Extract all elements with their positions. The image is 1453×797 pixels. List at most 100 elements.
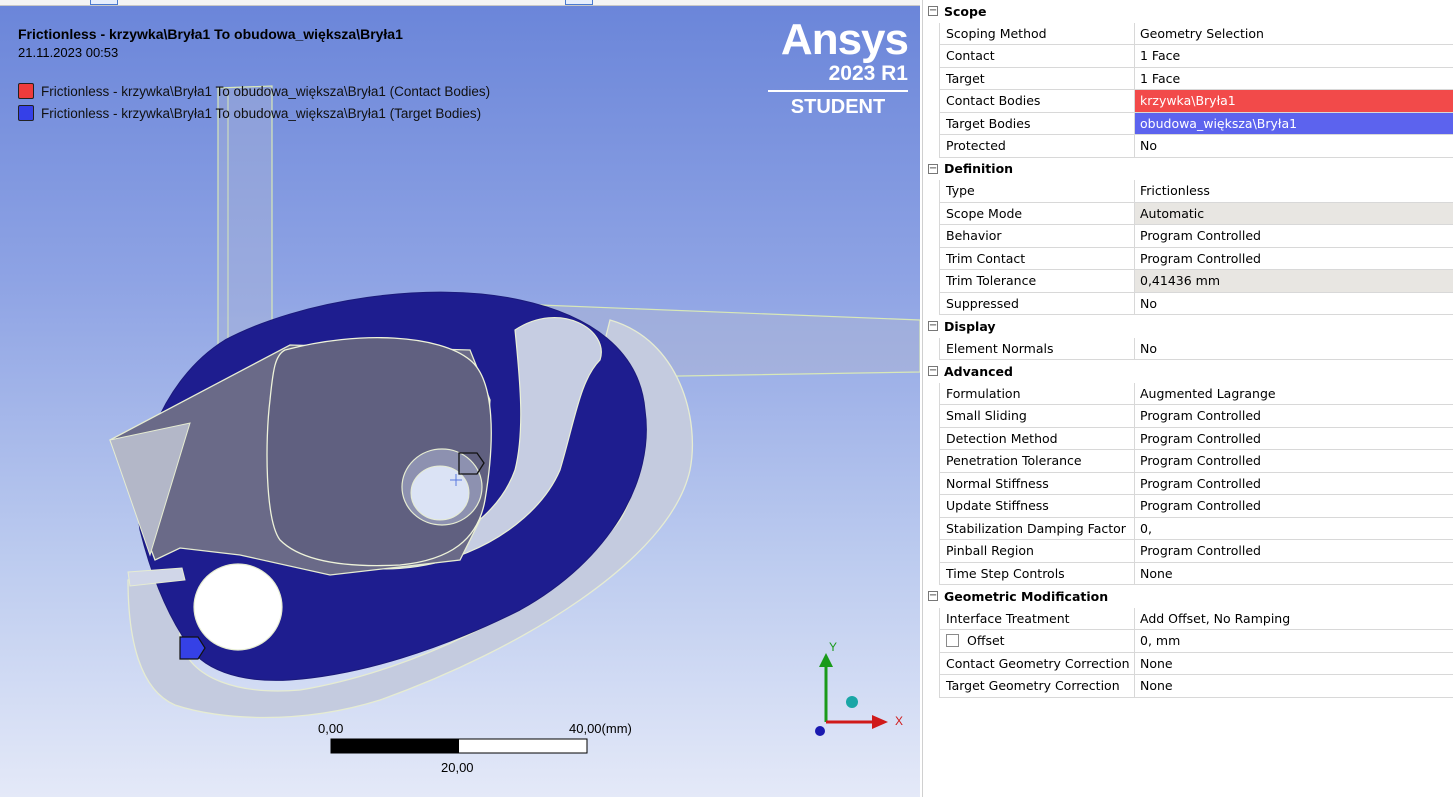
parameter-checkbox[interactable] xyxy=(946,634,959,648)
property-row[interactable]: Trim Contact Program Controlled xyxy=(939,247,1453,270)
property-name: Trim Tolerance xyxy=(939,270,1135,292)
property-row[interactable]: Element Normals No xyxy=(939,337,1453,360)
property-value[interactable]: 0,41436 mm xyxy=(1135,270,1453,292)
group-scope[interactable]: − Scope xyxy=(923,0,1453,23)
collapse-icon[interactable]: − xyxy=(928,321,938,332)
property-name-text: Protected xyxy=(946,138,1006,154)
legend-label: Frictionless - krzywka\Bryła1 To obudowa… xyxy=(41,83,491,99)
scale-bar xyxy=(330,738,588,754)
property-value[interactable]: 0, mm xyxy=(1135,630,1453,652)
property-name: Suppressed xyxy=(939,292,1135,314)
property-row[interactable]: Protected No xyxy=(939,135,1453,158)
axis-x-label: X xyxy=(895,714,903,728)
property-row[interactable]: Interface Treatment Add Offset, No Rampin… xyxy=(939,607,1453,630)
property-row[interactable]: Offset 0, mm xyxy=(939,630,1453,653)
property-value[interactable]: None xyxy=(1135,675,1453,697)
property-name: Protected xyxy=(939,135,1135,157)
property-name-text: Interface Treatment xyxy=(946,610,1070,626)
property-row[interactable]: Target 1 Face xyxy=(939,67,1453,90)
property-row[interactable]: Penetration Tolerance Program Controlled xyxy=(939,450,1453,473)
scale-unit: (mm) xyxy=(601,721,632,736)
property-value[interactable]: None xyxy=(1135,653,1453,675)
property-name-text: Suppressed xyxy=(946,295,1019,311)
property-value[interactable]: 0, xyxy=(1135,518,1453,540)
group-display[interactable]: − Display xyxy=(923,315,1453,338)
property-row[interactable]: Update Stiffness Program Controlled xyxy=(939,495,1453,518)
property-value[interactable]: Program Controlled xyxy=(1135,540,1453,562)
property-row[interactable]: Scoping Method Geometry Selection xyxy=(939,22,1453,45)
property-value[interactable]: Program Controlled xyxy=(1135,405,1453,427)
property-value[interactable]: 1 Face xyxy=(1135,68,1453,90)
property-name-text: Target Geometry Correction xyxy=(946,678,1120,694)
property-row[interactable]: Stabilization Damping Factor 0, xyxy=(939,517,1453,540)
collapse-icon[interactable]: − xyxy=(928,591,938,602)
property-value[interactable]: obudowa_większa\Bryła1 xyxy=(1135,112,1453,134)
property-name: Offset xyxy=(939,630,1135,652)
property-row[interactable]: Contact Bodies krzywka\Bryła1 xyxy=(939,90,1453,113)
property-row[interactable]: Scope Mode Automatic xyxy=(939,202,1453,225)
graphics-viewport[interactable]: Y X Frictionless - krzywka\Bryła1 To obu… xyxy=(0,0,920,797)
property-name: Time Step Controls xyxy=(939,562,1135,584)
property-row[interactable]: Behavior Program Controlled xyxy=(939,225,1453,248)
lower-hole xyxy=(193,563,283,651)
property-value[interactable]: Program Controlled xyxy=(1135,248,1453,270)
property-value[interactable]: 1 Face xyxy=(1135,45,1453,67)
property-value[interactable]: No xyxy=(1135,293,1453,315)
property-value[interactable]: Frictionless xyxy=(1135,180,1453,202)
property-value[interactable]: No xyxy=(1135,338,1453,360)
property-row[interactable]: Contact Geometry Correction None xyxy=(939,652,1453,675)
property-row[interactable]: Normal Stiffness Program Controlled xyxy=(939,472,1453,495)
collapse-icon[interactable]: − xyxy=(928,6,938,17)
property-name: Target xyxy=(939,67,1135,89)
property-row[interactable]: Formulation Augmented Lagrange xyxy=(939,382,1453,405)
property-name: Formulation xyxy=(939,382,1135,404)
property-row[interactable]: Detection Method Program Controlled xyxy=(939,427,1453,450)
legend-label: Frictionless - krzywka\Bryła1 To obudowa… xyxy=(41,105,482,121)
collapse-icon[interactable]: − xyxy=(928,366,938,377)
property-name-text: Contact xyxy=(946,48,995,64)
property-row[interactable]: Trim Tolerance 0,41436 mm xyxy=(939,270,1453,293)
property-name: Penetration Tolerance xyxy=(939,450,1135,472)
group-advanced[interactable]: − Advanced xyxy=(923,360,1453,383)
axis-triad[interactable]: Y X xyxy=(815,640,903,736)
property-name-text: Stabilization Damping Factor xyxy=(946,520,1126,536)
property-value[interactable]: Program Controlled xyxy=(1135,450,1453,472)
property-value[interactable]: Augmented Lagrange xyxy=(1135,383,1453,405)
property-row[interactable]: Time Step Controls None xyxy=(939,562,1453,585)
property-row[interactable]: Contact 1 Face xyxy=(939,45,1453,68)
logo-version: 2023 R1 xyxy=(828,62,908,85)
details-panel[interactable]: − Scope Scoping Method Geometry Selection Co… xyxy=(922,0,1453,797)
property-name-text: Scope Mode xyxy=(946,205,1023,221)
property-row[interactable]: Target Bodies obudowa_większa\Bryła1 xyxy=(939,112,1453,135)
property-value[interactable]: None xyxy=(1135,563,1453,585)
property-value[interactable]: Program Controlled xyxy=(1135,428,1453,450)
property-value[interactable]: Geometry Selection xyxy=(1135,23,1453,45)
property-row[interactable]: Pinball Region Program Controlled xyxy=(939,540,1453,563)
property-name: Target Bodies xyxy=(939,112,1135,134)
property-value[interactable]: krzywka\Bryła1 xyxy=(1135,90,1453,112)
property-name-text: Time Step Controls xyxy=(946,565,1065,581)
collapse-icon[interactable]: − xyxy=(928,163,938,174)
property-name: Contact Bodies xyxy=(939,90,1135,112)
property-name-text: Offset xyxy=(967,633,1005,649)
property-value[interactable]: Automatic xyxy=(1135,202,1453,224)
property-value[interactable]: Program Controlled xyxy=(1135,225,1453,247)
property-row[interactable]: Small Sliding Program Controlled xyxy=(939,405,1453,428)
group-geometric-modification[interactable]: − Geometric Modification xyxy=(923,585,1453,608)
property-value[interactable]: No xyxy=(1135,135,1453,157)
property-value[interactable]: Program Controlled xyxy=(1135,495,1453,517)
property-row[interactable]: Type Frictionless xyxy=(939,180,1453,203)
property-row[interactable]: Target Geometry Correction None xyxy=(939,675,1453,698)
property-name: Stabilization Damping Factor xyxy=(939,517,1135,539)
property-name: Detection Method xyxy=(939,427,1135,449)
legend-item-target: Frictionless - krzywka\Bryła1 To obudowa… xyxy=(18,103,481,123)
property-value[interactable]: Add Offset, No Ramping xyxy=(1135,608,1453,630)
group-label: Advanced xyxy=(944,363,1013,379)
property-row[interactable]: Suppressed No xyxy=(939,292,1453,315)
property-name-text: Penetration Tolerance xyxy=(946,453,1082,469)
scale-right-value: 40,00 xyxy=(569,721,602,736)
logo-edition: STUDENT xyxy=(790,96,886,118)
property-value[interactable]: Program Controlled xyxy=(1135,473,1453,495)
property-name: Behavior xyxy=(939,225,1135,247)
group-definition[interactable]: − Definition xyxy=(923,158,1453,181)
